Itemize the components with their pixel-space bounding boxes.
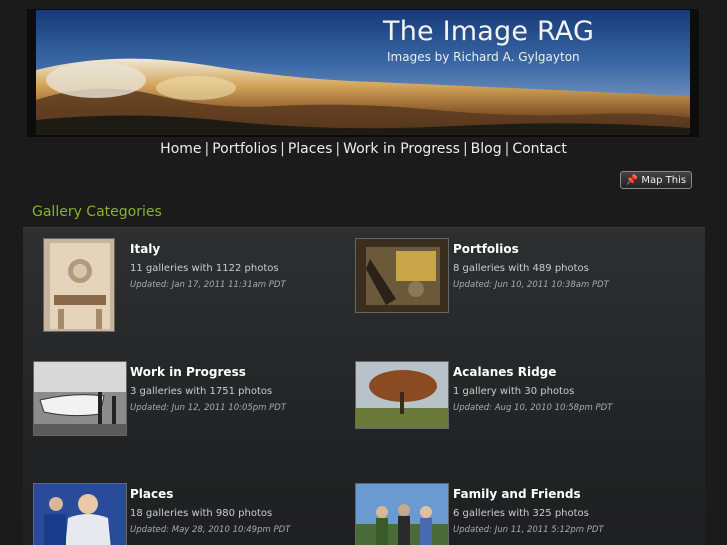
nav-work-in-progress[interactable]: Work in Progress xyxy=(343,141,460,157)
gallery-count: 11 galleries with 1122 photos xyxy=(130,263,279,274)
nav-separator: | xyxy=(280,141,285,157)
gallery-thumbnail[interactable] xyxy=(355,361,449,429)
gallery-title[interactable]: Work in Progress xyxy=(130,365,246,379)
site-subtitle: Images by Richard A. Gylgayton xyxy=(387,50,580,64)
nav-blog[interactable]: Blog xyxy=(471,141,502,157)
gallery-title[interactable]: Acalanes Ridge xyxy=(453,365,556,379)
nav-home[interactable]: Home xyxy=(160,141,201,157)
nav-separator: | xyxy=(204,141,210,157)
banner-image: The Image RAG Images by Richard A. Gylga… xyxy=(36,10,690,135)
gallery-panel: Italy 11 galleries with 1122 photos Upda… xyxy=(23,227,705,545)
gallery-updated: Updated: May 28, 2010 10:49pm PDT xyxy=(130,525,291,535)
nav-places[interactable]: Places xyxy=(288,141,333,157)
gallery-title[interactable]: Portfolios xyxy=(453,242,519,256)
gallery-thumbnail[interactable] xyxy=(355,238,449,313)
map-this-label: Map This xyxy=(641,174,687,186)
gallery-count: 3 galleries with 1751 photos xyxy=(130,386,273,397)
gallery-count: 8 galleries with 489 photos xyxy=(453,263,589,274)
gallery-thumbnail[interactable] xyxy=(33,483,127,545)
gallery-count: 18 galleries with 980 photos xyxy=(130,508,273,519)
gallery-updated: Updated: Jun 12, 2011 10:05pm PDT xyxy=(130,403,287,413)
gallery-updated: Updated: Jan 17, 2011 11:31am PDT xyxy=(130,280,286,290)
nav-separator: | xyxy=(504,141,510,157)
gallery-updated: Updated: Jun 11, 2011 5:12pm PDT xyxy=(453,525,604,535)
section-title: Gallery Categories xyxy=(32,204,162,220)
map-this-button[interactable]: 📌 Map This xyxy=(620,171,692,189)
header-banner: The Image RAG Images by Richard A. Gylga… xyxy=(27,9,699,137)
gallery-updated: Updated: Jun 10, 2011 10:38am PDT xyxy=(453,280,609,290)
nav-contact[interactable]: Contact xyxy=(512,141,566,157)
nav-separator: | xyxy=(335,141,341,157)
gallery-count: 6 galleries with 325 photos xyxy=(453,508,589,519)
gallery-updated: Updated: Aug 10, 2010 10:58pm PDT xyxy=(453,403,613,413)
gallery-count: 1 gallery with 30 photos xyxy=(453,386,575,397)
gallery-thumbnail[interactable] xyxy=(33,361,127,436)
gallery-title[interactable]: Italy xyxy=(130,242,160,256)
gallery-title[interactable]: Family and Friends xyxy=(453,487,581,501)
nav-separator: | xyxy=(462,141,468,157)
main-nav: Home | Portfolios | Places | Work in Progress |… xyxy=(0,141,727,157)
gallery-thumbnail[interactable] xyxy=(355,483,449,545)
site-title: The Image RAG xyxy=(383,16,595,47)
gallery-title[interactable]: Places xyxy=(130,487,173,501)
pin-icon: 📌 xyxy=(625,174,639,186)
gallery-thumbnail[interactable] xyxy=(43,238,115,332)
nav-portfolios[interactable]: Portfolios xyxy=(212,141,277,157)
